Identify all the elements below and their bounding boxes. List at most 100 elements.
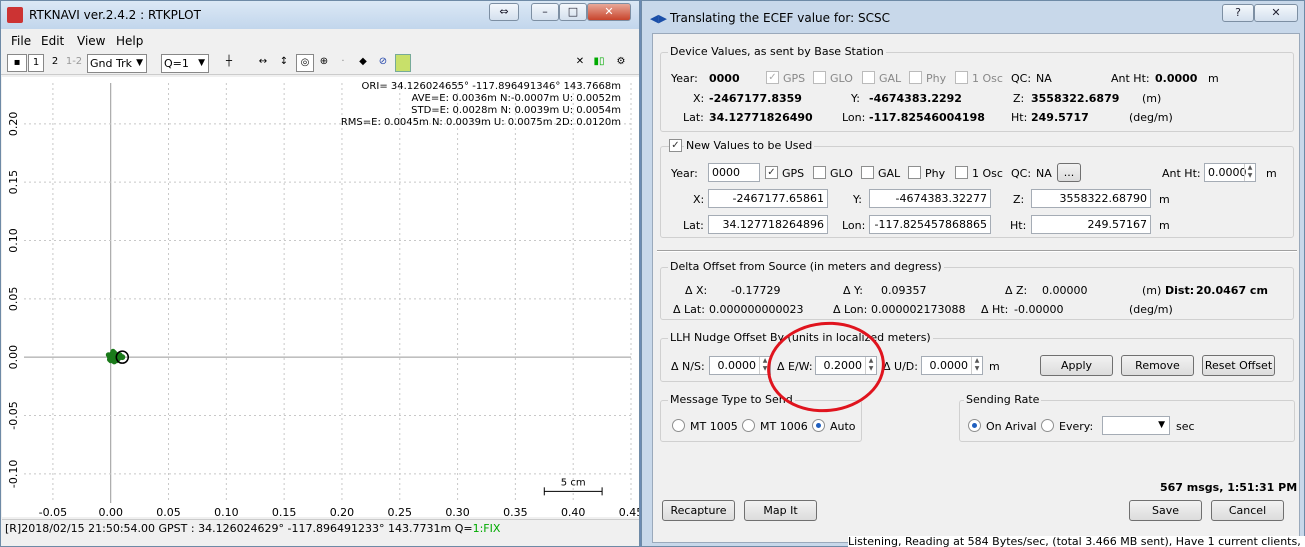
menu-file[interactable]: File (11, 34, 31, 48)
delta-z-value: 0.00000 (1042, 284, 1088, 297)
recapture-button[interactable]: Recapture (662, 500, 735, 521)
new-lon-input[interactable]: -117.825457868865 (869, 215, 991, 234)
new-year-input[interactable]: 0000 (708, 163, 760, 182)
device-gal-checkbox (862, 71, 875, 84)
globe-icon[interactable]: ⊘ (376, 54, 390, 72)
maximize-icon[interactable]: □ (559, 3, 587, 21)
rcv12-button[interactable]: 1-2 (65, 54, 83, 72)
qc-browse-button[interactable]: ... (1057, 163, 1081, 182)
scale-bar-label: 5 cm (561, 477, 586, 488)
plot-titlebar[interactable]: RTKNAVI ver.2.4.2 : RTKPLOT ⇔ – □ ✕ (1, 1, 639, 29)
new-gal-checkbox[interactable] (861, 166, 874, 179)
device-osc-label: 1 Osc (972, 72, 1003, 85)
mt1006-radio[interactable] (742, 419, 755, 432)
swap-arrows-icon[interactable]: ⇔ (489, 3, 519, 21)
map-it-button[interactable]: Map It (744, 500, 817, 521)
gear-icon[interactable]: ⚙ (613, 54, 629, 72)
status-position: [R]2018/02/15 21:50:54.00 GPST : 34.1260… (5, 522, 473, 535)
track-point (106, 356, 113, 363)
map-image-icon[interactable] (395, 54, 411, 72)
menu-view[interactable]: View (77, 34, 105, 48)
close-icon[interactable]: ✕ (587, 3, 631, 21)
device-y-value: -4674383.2292 (869, 92, 962, 105)
plot-type-select[interactable]: Gnd Trk ▼ (87, 54, 147, 73)
new-antht-input[interactable]: 0.0000 ▲ ▼ (1204, 163, 1256, 182)
delta-offset-label: Delta Offset from Source (in meters and … (668, 260, 944, 273)
fit-horizontal-icon[interactable]: ↔ (255, 54, 271, 72)
new-gps-checkbox[interactable]: ✓ (765, 166, 778, 179)
device-qc-label: QC: (1011, 72, 1032, 85)
message-type-label: Message Type to Send (668, 393, 795, 406)
every-select[interactable]: ▼ (1102, 416, 1170, 435)
center-origin-icon[interactable]: ◎ (296, 54, 314, 72)
device-ht-value: 249.5717 (1031, 111, 1089, 124)
spinner-arrows-icon[interactable]: ▲ ▼ (1244, 164, 1255, 181)
quality-select[interactable]: Q=1 ▼ (161, 54, 209, 73)
new-values-checkbox[interactable]: ✓ (669, 139, 682, 152)
mt1006-label: MT 1006 (760, 420, 808, 433)
x-tick-label: 0.15 (272, 506, 297, 517)
reset-offset-button[interactable]: Reset Offset (1202, 355, 1275, 376)
point-toggle-icon[interactable]: ▪ (7, 54, 27, 72)
new-lat-input[interactable]: 34.127718264896 (708, 215, 828, 234)
stat-origin: ORI= 34.126024655° -117.896491346° 143.7… (361, 81, 621, 92)
new-z-input[interactable]: 3558322.68790 (1031, 189, 1151, 208)
point-icon[interactable]: ◆ (357, 54, 369, 72)
apply-button[interactable]: Apply (1040, 355, 1113, 376)
target-icon[interactable]: ⊕ (317, 54, 331, 72)
dot-icon[interactable]: · (337, 54, 349, 72)
menu-help[interactable]: Help (116, 34, 143, 48)
device-gal-label: GAL (879, 72, 902, 85)
panel-toggle-icon[interactable]: ▮▯ (591, 54, 607, 72)
new-osc-checkbox[interactable] (955, 166, 968, 179)
dialog-title: Translating the ECEF value for: SCSC (670, 11, 890, 25)
nudge-ns-input[interactable]: 0.0000 ▲ ▼ (709, 356, 771, 375)
y-tick-label: 0.05 (7, 287, 20, 312)
clear-icon[interactable]: ✕ (573, 54, 587, 72)
device-values-label: Device Values, as sent by Base Station (668, 45, 886, 58)
cancel-button[interactable]: Cancel (1211, 500, 1284, 521)
dialog-body: Device Values, as sent by Base Station Y… (652, 33, 1300, 543)
on-arrival-radio[interactable] (968, 419, 981, 432)
crosshair-icon[interactable]: ┼ (221, 54, 237, 72)
x-tick-label: 0.45 (619, 506, 639, 517)
device-year-label: Year: (671, 72, 698, 85)
new-antht-value: 0.0000 (1208, 166, 1247, 179)
ground-track-plot[interactable]: -0.05 0.00 0.05 0.10 0.15 0.20 0.25 0.30 0.35 0.4… (2, 77, 639, 517)
stat-stddev: STD=E: 0.0028m N: 0.0039m U: 0.0054m (411, 105, 621, 116)
save-button[interactable]: Save (1129, 500, 1202, 521)
delta-x-label: Δ X: (685, 284, 708, 297)
plot-window-title: RTKNAVI ver.2.4.2 : RTKPLOT (29, 8, 201, 22)
new-glo-checkbox[interactable] (813, 166, 826, 179)
new-qc-value: NA (1036, 167, 1052, 180)
new-ht-input[interactable]: 249.57167 (1031, 215, 1151, 234)
rcv1-button[interactable]: 1 (28, 54, 44, 72)
device-qc-value: NA (1036, 72, 1052, 85)
spinner-arrows-icon[interactable]: ▲ ▼ (971, 357, 982, 374)
new-year-label: Year: (671, 167, 698, 180)
new-phy-checkbox[interactable] (908, 166, 921, 179)
help-button[interactable]: ? (1222, 4, 1254, 22)
delta-ht-label: Δ Ht: (981, 303, 1009, 316)
device-gps-label: GPS (783, 72, 806, 85)
remove-button[interactable]: Remove (1121, 355, 1194, 376)
device-lat-value: 34.12771826490 (709, 111, 813, 124)
every-radio[interactable] (1041, 419, 1054, 432)
new-ht-label: Ht: (1010, 219, 1027, 232)
close-icon[interactable]: ✕ (1254, 4, 1298, 22)
new-y-input[interactable]: -4674383.32277 (869, 189, 991, 208)
minimize-icon[interactable]: – (531, 3, 559, 21)
fit-vertical-icon[interactable]: ↕ (277, 54, 291, 72)
menu-edit[interactable]: Edit (41, 34, 64, 48)
rcv2-button[interactable]: 2 (47, 54, 63, 72)
background-window-status: Listening, Reading at 584 Bytes/sec, (to… (848, 536, 1305, 547)
nudge-ud-input[interactable]: 0.0000 ▲ ▼ (921, 356, 983, 375)
new-gal-label: GAL (878, 167, 901, 180)
x-tick-label: 0.20 (330, 506, 355, 517)
ground-track-chart[interactable]: -0.05 0.00 0.05 0.10 0.15 0.20 0.25 0.30 0.35 0.4… (2, 77, 639, 517)
mt1005-radio[interactable] (672, 419, 685, 432)
new-x-input[interactable]: -2467177.65861 (708, 189, 828, 208)
new-x-label: X: (693, 193, 705, 206)
auto-radio[interactable] (812, 419, 825, 432)
delta-llh-unit: (deg/m) (1129, 303, 1173, 316)
